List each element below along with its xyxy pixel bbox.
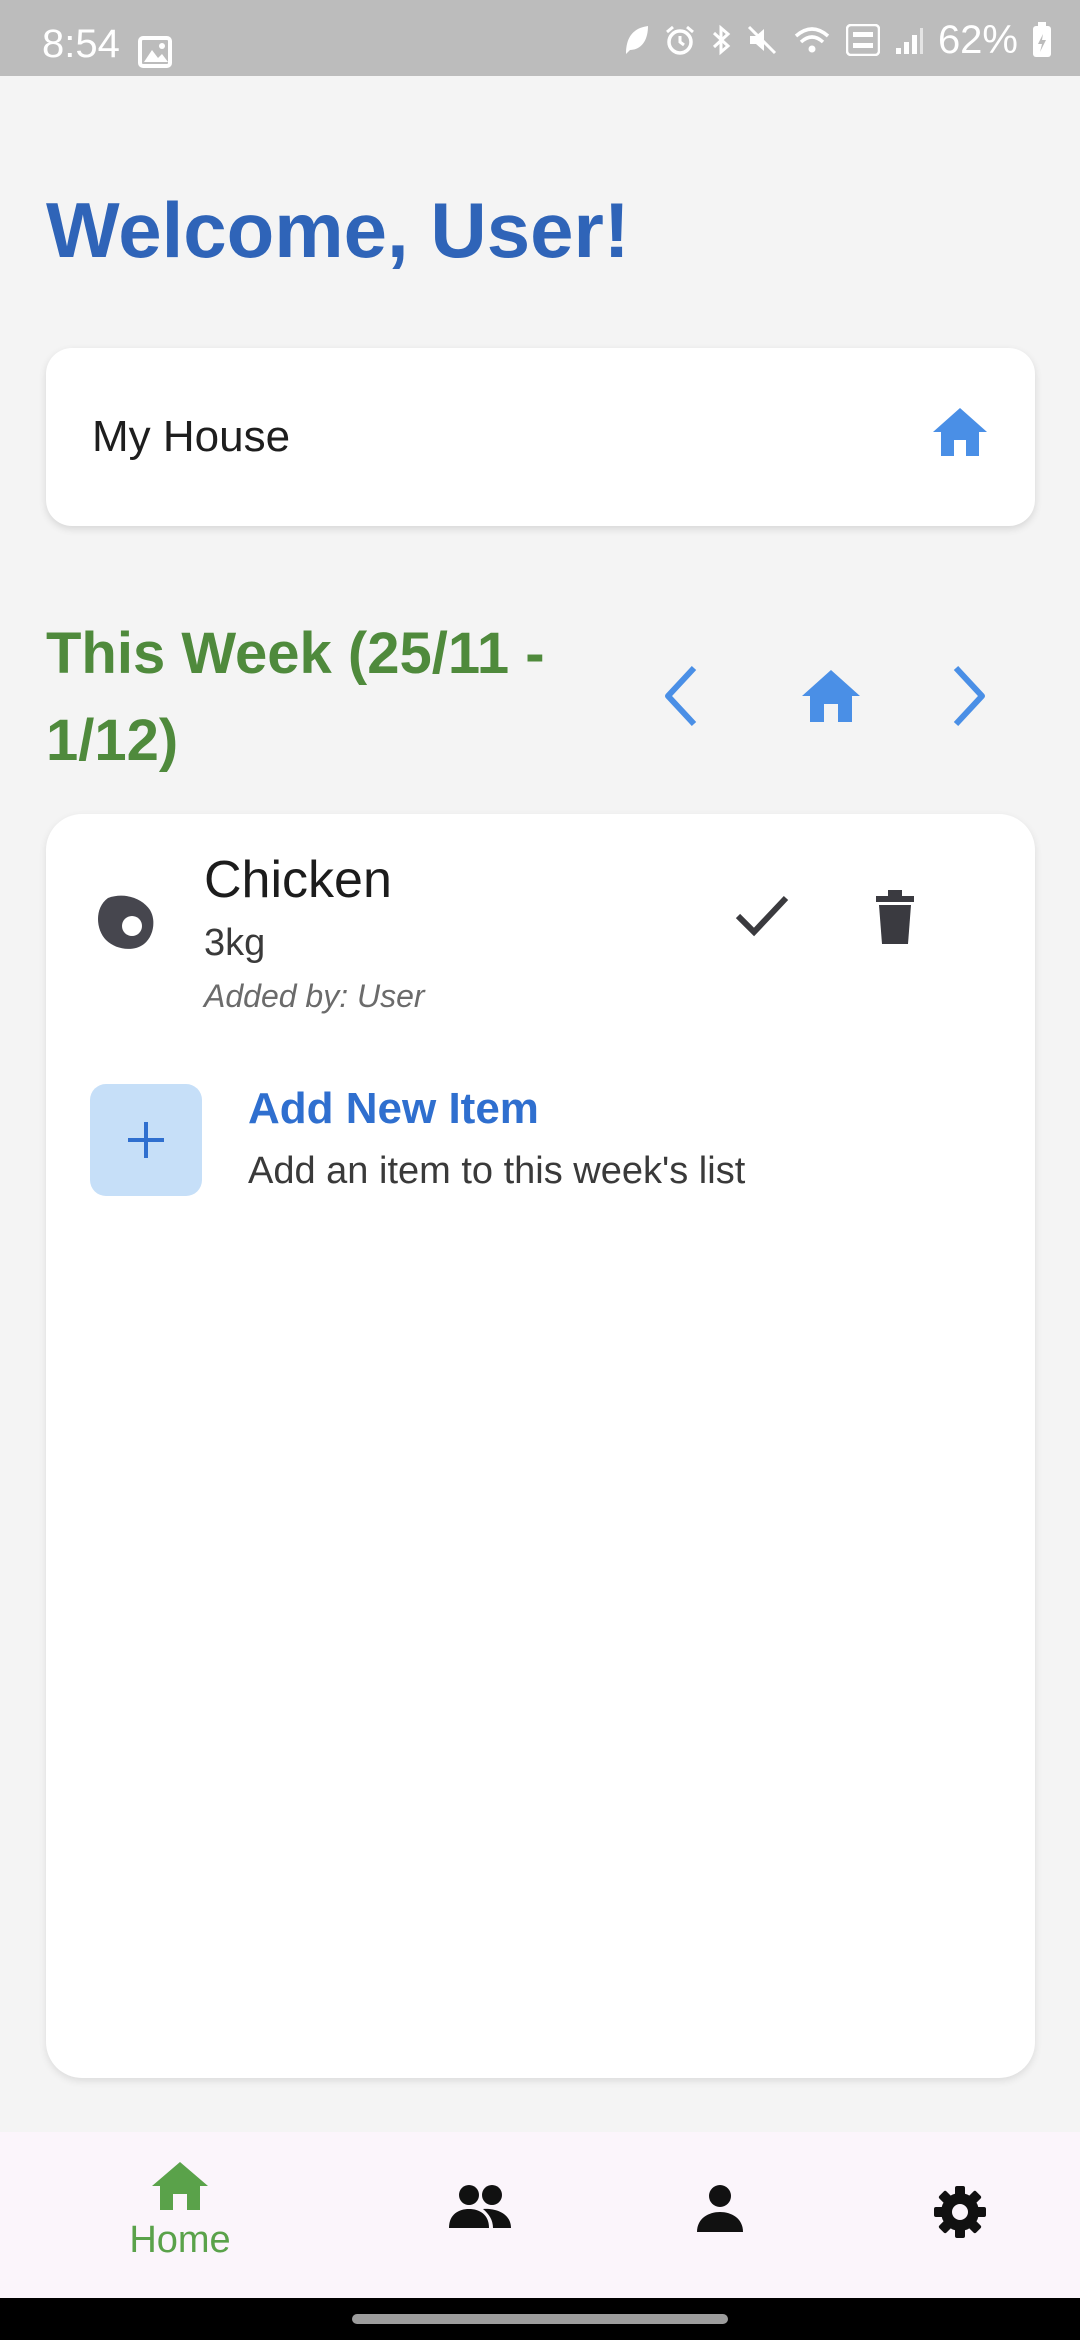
- settings-icon: [932, 2184, 988, 2245]
- image-icon: [138, 36, 172, 68]
- nav-home-label: Home: [129, 2219, 231, 2261]
- nav-settings[interactable]: [900, 2132, 1020, 2298]
- status-time: 8:54: [42, 22, 120, 66]
- current-week-home-button[interactable]: [800, 668, 862, 729]
- gesture-bar: [0, 2298, 1080, 2340]
- shopping-list-card: Chicken 3kg Added by: User Add New Item …: [46, 814, 1035, 2078]
- delete-item-button[interactable]: [872, 890, 918, 949]
- home-gesture-handle[interactable]: [352, 2314, 728, 2324]
- previous-week-button[interactable]: [652, 660, 712, 737]
- bluetooth-icon: [710, 24, 732, 56]
- leaf-icon: [622, 24, 650, 56]
- mute-icon: [746, 24, 778, 56]
- battery-icon: [1032, 22, 1052, 58]
- house-card[interactable]: My House: [46, 348, 1035, 526]
- plus-icon: [128, 1122, 164, 1158]
- volte-icon: [845, 24, 880, 56]
- item-added-by: Added by: User: [204, 978, 425, 1014]
- signal-icon: [894, 24, 924, 56]
- mark-done-button[interactable]: [734, 892, 790, 945]
- group-icon: [447, 2184, 513, 2233]
- add-item-button[interactable]: [90, 1084, 202, 1196]
- item-quantity: 3kg: [204, 922, 266, 964]
- alarm-icon: [664, 24, 696, 56]
- add-item-subtitle: Add an item to this week's list: [248, 1150, 746, 1192]
- add-item-title[interactable]: Add New Item: [248, 1084, 539, 1134]
- nav-home[interactable]: Home: [80, 2132, 280, 2298]
- home-icon: [150, 2160, 210, 2217]
- bottom-navigation: Home: [0, 2132, 1080, 2298]
- nav-members[interactable]: [420, 2132, 540, 2298]
- person-icon: [695, 2184, 745, 2237]
- wifi-icon: [792, 24, 832, 56]
- nav-profile[interactable]: [660, 2132, 780, 2298]
- house-name: My House: [92, 412, 291, 461]
- page-title: Welcome, User!: [46, 186, 630, 274]
- battery-level: 62%: [937, 18, 1018, 62]
- egg-icon: [94, 894, 156, 955]
- next-week-button[interactable]: [938, 660, 998, 737]
- home-icon: [931, 406, 989, 463]
- status-bar: 8:54 62%: [0, 0, 1080, 76]
- item-name: Chicken: [204, 851, 392, 909]
- week-title: This Week (25/11 - 1/12): [46, 621, 545, 773]
